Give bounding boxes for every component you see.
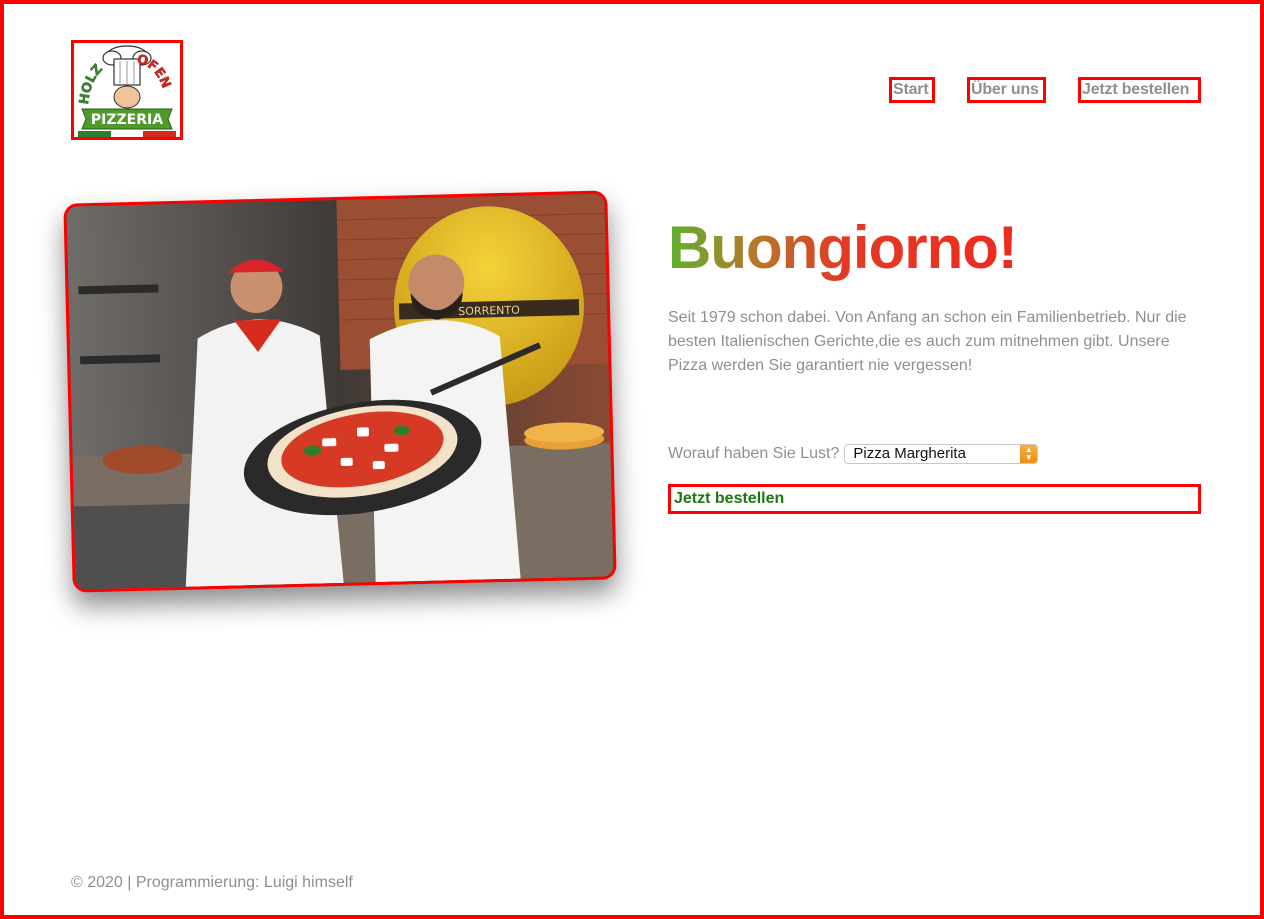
hero-intro-text: Seit 1979 schon dabei. Von Anfang an sch… — [668, 309, 1187, 374]
pizza-select[interactable]: Pizza Margherita ▲ ▼ — [844, 444, 1039, 464]
pizza-select-value: Pizza Margherita — [853, 445, 966, 462]
jetzt-bestellen-button[interactable]: Jetzt bestellen — [668, 484, 1201, 514]
nav-ueber-uns-link[interactable]: Über uns — [967, 77, 1046, 103]
chevron-up-down-icon: ▲ ▼ — [1020, 445, 1038, 463]
logo-text-right: OFEN — [135, 52, 174, 91]
order-question-label: Worauf haben Sie Lust? — [668, 445, 840, 462]
footer-text: © 2020 | Programmierung: Luigi himself — [71, 874, 353, 891]
page-frame: HOLZ OFEN PIZZERIA Start Über uns Jetzt … — [0, 0, 1264, 919]
hero-headline: Buongiorno! — [668, 212, 1018, 284]
nav-jetzt-bestellen-link[interactable]: Jetzt bestellen — [1078, 77, 1201, 103]
hero-photo: SORRENTO — [63, 190, 617, 593]
chef-hat-logo-icon: HOLZ OFEN PIZZERIA — [77, 45, 176, 137]
pizzeria-logo[interactable]: HOLZ OFEN PIZZERIA — [71, 40, 183, 140]
nav-start-link[interactable]: Start — [889, 77, 935, 103]
logo-text-left: HOLZ — [77, 62, 106, 106]
oven-sign-text: SORRENTO — [458, 304, 520, 319]
order-question-row: Worauf haben Sie Lust? Pizza Margherita … — [668, 442, 1039, 466]
pizza-chefs-photo: SORRENTO — [66, 193, 614, 590]
svg-text:OFEN: OFEN — [135, 52, 173, 90]
svg-text:HOLZ: HOLZ — [77, 62, 106, 106]
logo-banner-text: PIZZERIA — [91, 112, 163, 128]
